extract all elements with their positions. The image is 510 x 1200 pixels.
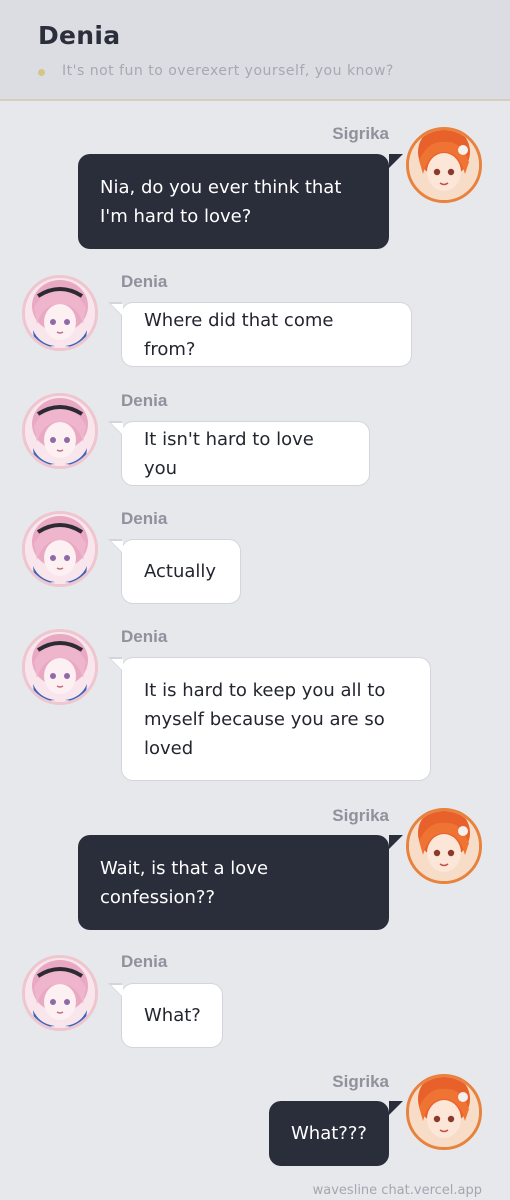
message-bubble: What??? — [269, 1101, 389, 1166]
sigrika-avatar[interactable] — [406, 127, 482, 203]
bubble-tail — [111, 984, 123, 997]
denia-avatar[interactable] — [22, 393, 98, 469]
message-text: It isn't hard to love you — [144, 428, 314, 479]
bubble-tail — [111, 658, 123, 671]
message-text: Actually — [144, 561, 217, 582]
bubble-tail — [111, 303, 123, 316]
bubble-tail — [389, 154, 403, 168]
message-text: Where did that come from? — [144, 309, 334, 360]
denia-avatar[interactable] — [22, 511, 98, 587]
sigrika-avatar[interactable] — [406, 1074, 482, 1150]
sender-name: Denia — [121, 952, 168, 971]
message-bubble: It is hard to keep you all to myself bec… — [121, 657, 431, 781]
sender-name: Sigrika — [332, 806, 389, 825]
sender-name: Denia — [121, 509, 168, 528]
sender-name: Denia — [121, 272, 168, 291]
message-bubble: Wait, is that a love confession?? — [78, 835, 389, 930]
denia-avatar[interactable] — [22, 955, 98, 1031]
message-bubble: Actually — [121, 539, 241, 604]
message-text: Nia, do you ever think that I'm hard to … — [100, 176, 342, 227]
message-text: What? — [144, 1005, 201, 1026]
message-bubble: Nia, do you ever think that I'm hard to … — [78, 154, 389, 249]
status-dot-icon — [38, 69, 45, 76]
footer-watermark: wavesline chat.vercel.app — [312, 1183, 482, 1198]
message-text: It is hard to keep you all to myself bec… — [144, 679, 386, 759]
message-bubble: What? — [121, 983, 223, 1048]
bubble-tail — [111, 422, 123, 435]
chat-title: Denia — [38, 21, 121, 50]
message-bubble: It isn't hard to love you — [121, 421, 370, 486]
sender-name: Denia — [121, 627, 168, 646]
bubble-tail — [389, 835, 403, 849]
denia-avatar[interactable] — [22, 629, 98, 705]
bubble-tail — [389, 1101, 403, 1115]
chat-header: Denia It's not fun to overexert yourself… — [0, 0, 510, 101]
bubble-tail — [111, 540, 123, 553]
message-bubble: Where did that come from? — [121, 302, 412, 367]
sigrika-avatar[interactable] — [406, 808, 482, 884]
denia-avatar[interactable] — [22, 275, 98, 351]
sender-name: Sigrika — [332, 1072, 389, 1091]
sender-name: Sigrika — [332, 124, 389, 143]
message-text: What??? — [291, 1123, 367, 1144]
message-text: Wait, is that a love confession?? — [100, 857, 269, 908]
chat-status: It's not fun to overexert yourself, you … — [62, 63, 394, 79]
sender-name: Denia — [121, 391, 168, 410]
